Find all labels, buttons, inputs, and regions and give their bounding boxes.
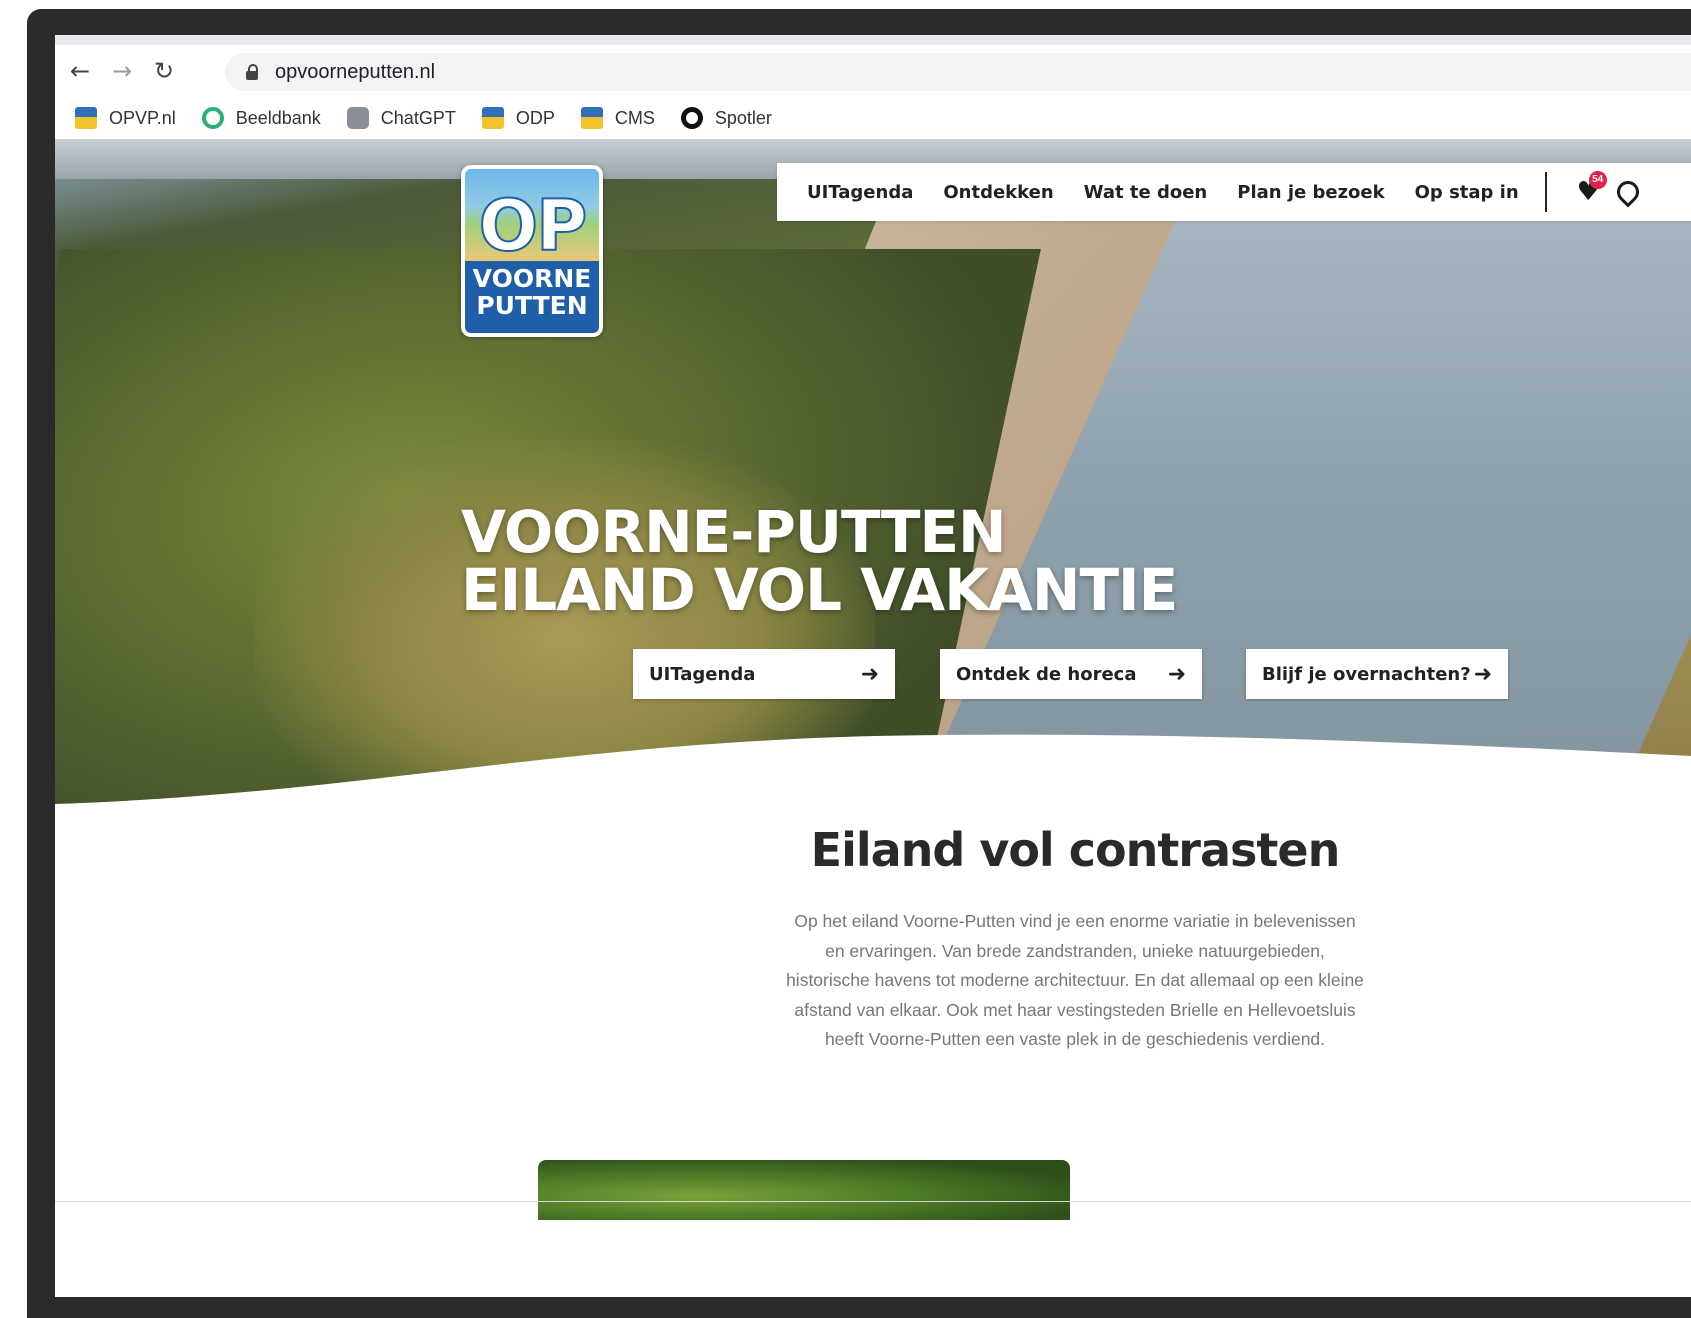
bookmark-label: Beeldbank (235, 107, 321, 128)
nav-divider (1544, 172, 1547, 212)
flag-icon (580, 107, 603, 129)
bookmark-odp[interactable]: ODP (481, 107, 555, 129)
bookmark-beeldbank[interactable]: Beeldbank (201, 107, 321, 129)
section-text: Op het eiland Voorne-Putten vind je een … (786, 911, 1364, 1049)
nav-item-ontdekken[interactable]: Ontdekken (943, 182, 1053, 203)
overnachten-button[interactable]: Blijf je overnachten? ➜ (1246, 649, 1508, 699)
section-title: Eiland vol contrasten (810, 823, 1341, 877)
reload-icon: ↻ (153, 57, 175, 85)
url-text: opvoorneputten.nl (275, 60, 436, 83)
browser-toolbar: ← → ↻ opvoorneputten.nl (55, 45, 1691, 97)
page-edge (55, 1201, 1691, 1202)
ring-icon (201, 107, 224, 129)
cta-label: Blijf je overnachten? (1262, 663, 1471, 685)
hero-wave (55, 734, 1691, 809)
map-pin-icon[interactable] (1612, 176, 1644, 208)
chatgpt-icon (346, 107, 369, 129)
cta-label: UITagenda (649, 663, 756, 685)
arrow-right-icon: ➜ (860, 661, 879, 687)
bookmark-label: Spotler (714, 107, 772, 128)
bookmark-label: OPVP.nl (109, 107, 176, 128)
favorites-badge: 54 (1588, 171, 1607, 189)
lock-icon[interactable] (245, 64, 259, 80)
hero-image (55, 139, 1691, 809)
tab-strip (55, 35, 1691, 45)
site-logo[interactable]: OP VOORNE PUTTEN (461, 165, 603, 337)
back-button[interactable]: ← (63, 54, 97, 88)
ontdek-horeca-button[interactable]: Ontdek de horeca ➜ (940, 649, 1202, 699)
forward-button[interactable]: → (105, 54, 139, 88)
bookmark-cms[interactable]: CMS (580, 107, 655, 129)
nav-item-wat-te-doen[interactable]: Wat te doen (1084, 182, 1208, 203)
flag-icon (75, 107, 97, 129)
arrow-right-icon: ➜ (1167, 661, 1186, 687)
hero-title: VOORNE-PUTTEN EILAND VOL VAKANTIE (461, 498, 1178, 624)
arrow-right-icon: ➜ (1473, 661, 1492, 687)
nav-item-op-stap-in[interactable]: Op stap in (1415, 182, 1519, 203)
bookmark-label: ChatGPT (380, 107, 456, 128)
logo-voorne-putten: VOORNE PUTTEN (465, 265, 599, 319)
content-photo[interactable] (538, 1160, 1070, 1220)
logo-line-voorne: VOORNE (472, 264, 592, 293)
arrow-left-icon: ← (69, 57, 91, 85)
flag-icon (481, 107, 504, 129)
site-navigation: UITagenda Ontdekken Wat te doen Plan je … (777, 163, 1691, 221)
browser-window: ← → ↻ opvoorneputten.nl OPVP.nl Beeldban… (55, 35, 1691, 1297)
bookmark-label: CMS (614, 107, 655, 128)
favorites-button[interactable]: ♥ 54 (1577, 171, 1607, 205)
bookmark-spotler[interactable]: Spotler (680, 107, 772, 129)
hero-title-line2: EILAND VOL VAKANTIE (461, 556, 1178, 624)
nav-item-plan-je-bezoek[interactable]: Plan je bezoek (1237, 182, 1384, 203)
hero-title-line1: VOORNE-PUTTEN (461, 498, 1007, 566)
address-bar[interactable]: opvoorneputten.nl (225, 53, 1691, 91)
reload-button[interactable]: ↻ (147, 54, 181, 88)
uitagenda-button[interactable]: UITagenda ➜ (633, 649, 895, 699)
arrow-right-icon: → (111, 57, 133, 85)
logo-line-putten: PUTTEN (476, 291, 588, 320)
nav-item-uitagenda[interactable]: UITagenda (807, 182, 913, 203)
bookmark-chatgpt[interactable]: ChatGPT (346, 107, 456, 129)
bookmarks-bar: OPVP.nl Beeldbank ChatGPT ODP CMS Spotle… (55, 97, 1691, 140)
bookmark-label: ODP (515, 107, 555, 128)
cta-label: Ontdek de horeca (956, 663, 1137, 685)
logo-op: OP (478, 184, 589, 268)
spotler-icon (680, 107, 703, 129)
bookmark-opvp[interactable]: OPVP.nl (75, 107, 176, 129)
